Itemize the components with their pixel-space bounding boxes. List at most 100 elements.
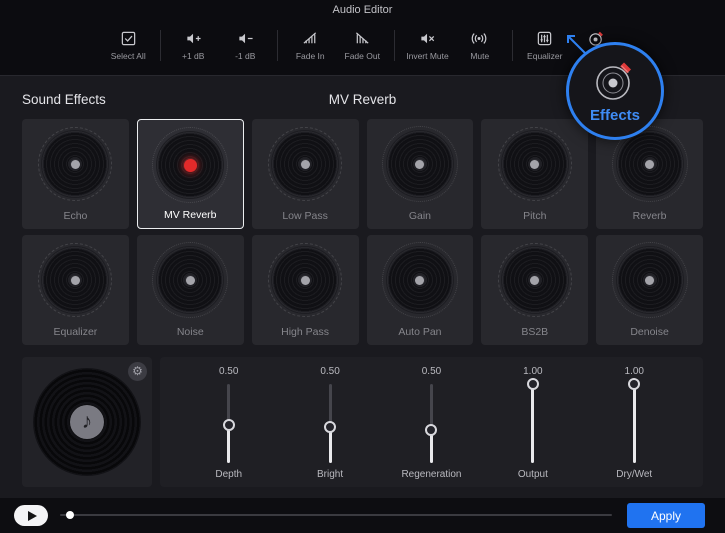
play-icon xyxy=(28,511,37,521)
apply-button[interactable]: Apply xyxy=(627,503,705,528)
effect-tile-label: Denoise xyxy=(596,326,703,338)
slider-track[interactable] xyxy=(531,384,534,463)
effect-tile-label: Pitch xyxy=(481,210,588,222)
effect-tile-mv-reverb[interactable]: MV Reverb xyxy=(137,119,244,229)
slider-track[interactable] xyxy=(329,384,332,463)
section-title-sound-effects: Sound Effects xyxy=(22,92,106,107)
slider-label: Dry/Wet xyxy=(616,469,652,480)
slider-thumb[interactable] xyxy=(324,421,336,433)
toolbar-group-mute: Invert Mute Mute xyxy=(395,30,513,61)
playback-progress-bar[interactable] xyxy=(60,514,612,516)
effect-tile-label: Auto Pan xyxy=(367,326,474,338)
window-title: Audio Editor xyxy=(0,4,725,16)
playhead-handle[interactable] xyxy=(66,511,74,519)
vinyl-record-icon xyxy=(501,130,569,198)
vinyl-record-icon xyxy=(271,246,339,314)
effects-grid: Echo MV Reverb Low Pass Gain Pitch Rever… xyxy=(22,119,703,345)
slider-track[interactable] xyxy=(227,384,230,463)
effect-tile-label: Echo xyxy=(22,210,129,222)
toolbar-group-fade: Fade In Fade Out xyxy=(278,30,395,61)
effect-slider: 1.00 Output xyxy=(487,366,579,480)
callout-label: Effects xyxy=(590,107,640,124)
vinyl-record-icon xyxy=(616,130,684,198)
fade-in-button[interactable]: Fade In xyxy=(286,30,334,61)
fade-out-button[interactable]: Fade Out xyxy=(338,30,386,61)
slider-label: Output xyxy=(518,469,548,480)
fade-in-icon xyxy=(302,30,319,47)
play-button[interactable] xyxy=(14,505,48,526)
vinyl-record-icon: ♪ xyxy=(33,368,141,476)
slider-thumb[interactable] xyxy=(527,378,539,390)
mute-button[interactable]: Mute xyxy=(456,30,504,61)
toolbar-group-select: Select All xyxy=(96,30,161,61)
slider-thumb[interactable] xyxy=(425,424,437,436)
select-all-button[interactable]: Select All xyxy=(104,30,152,61)
effect-tile-label: BS2B xyxy=(481,326,588,338)
effect-tile-label: Low Pass xyxy=(252,210,359,222)
effect-tile-denoise[interactable]: Denoise xyxy=(596,235,703,345)
effect-tile-low-pass[interactable]: Low Pass xyxy=(252,119,359,229)
vinyl-record-icon xyxy=(156,131,224,199)
vinyl-record-icon xyxy=(271,130,339,198)
vinyl-record-icon xyxy=(156,246,224,314)
fade-out-icon xyxy=(354,30,371,47)
vinyl-record-icon xyxy=(501,246,569,314)
invert-mute-icon xyxy=(419,30,436,47)
callout-pointer-line xyxy=(556,30,596,62)
slider-value: 1.00 xyxy=(625,366,644,377)
effect-preview-panel: ♪ ⚙ xyxy=(22,357,152,487)
effect-tile-equalizer[interactable]: Equalizer xyxy=(22,235,129,345)
toolbar-label: Select All xyxy=(111,51,146,61)
audio-editor-window: Audio Editor Select All xyxy=(0,0,725,533)
slider-thumb[interactable] xyxy=(223,419,235,431)
slider-label: Depth xyxy=(215,469,242,480)
effect-tile-auto-pan[interactable]: Auto Pan xyxy=(367,235,474,345)
effect-tile-noise[interactable]: Noise xyxy=(137,235,244,345)
vinyl-record-icon xyxy=(386,246,454,314)
slider-value: 1.00 xyxy=(523,366,542,377)
effects-icon-large xyxy=(592,58,638,109)
toolbar-label: +1 dB xyxy=(182,51,204,61)
effect-tile-label: Gain xyxy=(367,210,474,222)
minus-1db-button[interactable]: -1 dB xyxy=(221,30,269,61)
slider-label: Bright xyxy=(317,469,343,480)
toolbar-label: -1 dB xyxy=(235,51,255,61)
slider-fill xyxy=(633,384,636,463)
toolbar-label: Fade Out xyxy=(345,51,380,61)
select-all-icon xyxy=(120,30,137,47)
effect-tile-label: MV Reverb xyxy=(138,209,243,221)
transport-bar: Apply xyxy=(0,498,725,533)
toolbar-group-volume: +1 dB -1 dB xyxy=(161,30,278,61)
slider-track[interactable] xyxy=(633,384,636,463)
vinyl-record-icon xyxy=(41,246,109,314)
effect-slider: 0.50 Regeneration xyxy=(385,366,477,480)
vinyl-record-icon xyxy=(386,130,454,198)
effect-tile-label: Equalizer xyxy=(22,326,129,338)
volume-minus-icon xyxy=(237,30,254,47)
slider-track[interactable] xyxy=(430,384,433,463)
mute-icon xyxy=(471,30,488,47)
effect-tile-label: Noise xyxy=(137,326,244,338)
effect-tile-gain[interactable]: Gain xyxy=(367,119,474,229)
effect-tile-label: Reverb xyxy=(596,210,703,222)
selected-effect-title: MV Reverb xyxy=(329,92,397,107)
invert-mute-button[interactable]: Invert Mute xyxy=(403,30,452,61)
effect-tile-pitch[interactable]: Pitch xyxy=(481,119,588,229)
gear-icon[interactable]: ⚙ xyxy=(128,362,147,381)
effect-tile-echo[interactable]: Echo xyxy=(22,119,129,229)
volume-plus-icon xyxy=(185,30,202,47)
music-note-icon: ♪ xyxy=(70,405,104,439)
effect-tile-label: High Pass xyxy=(252,326,359,338)
effect-tile-bs2b[interactable]: BS2B xyxy=(481,235,588,345)
vinyl-record-icon xyxy=(41,130,109,198)
effect-tile-high-pass[interactable]: High Pass xyxy=(252,235,359,345)
slider-value: 0.50 xyxy=(320,366,339,377)
effect-slider: 1.00 Dry/Wet xyxy=(588,366,680,480)
slider-value: 0.50 xyxy=(422,366,441,377)
slider-label: Regeneration xyxy=(401,469,461,480)
toolbar-label: Fade In xyxy=(296,51,325,61)
slider-fill xyxy=(531,384,534,463)
plus-1db-button[interactable]: +1 dB xyxy=(169,30,217,61)
slider-thumb[interactable] xyxy=(628,378,640,390)
slider-value: 0.50 xyxy=(219,366,238,377)
